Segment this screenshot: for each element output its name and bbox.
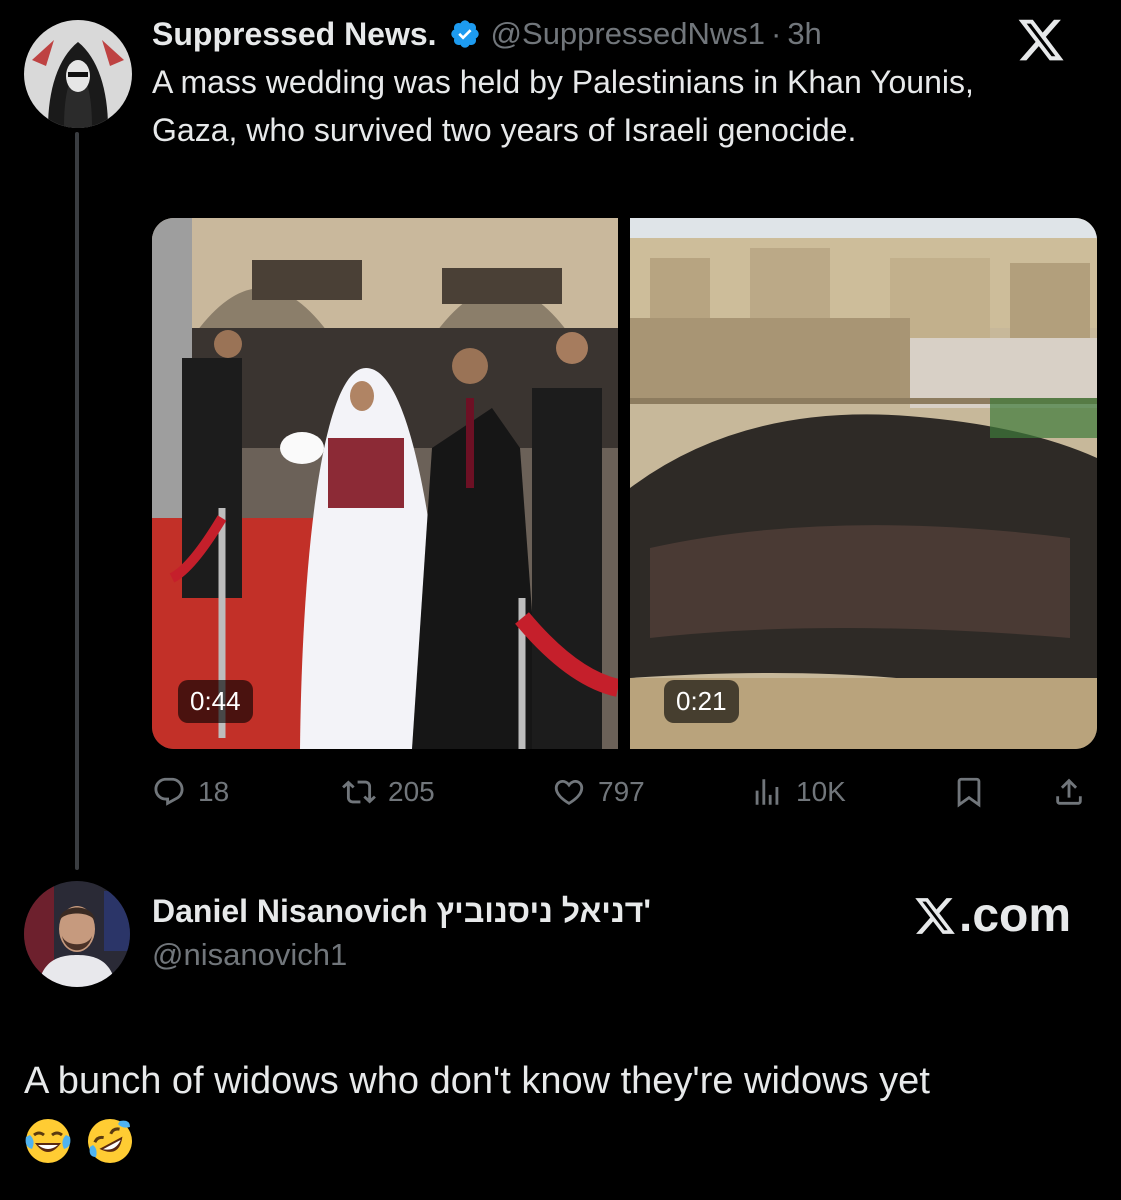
video-duration: 0:21 bbox=[664, 680, 739, 723]
video-duration: 0:44 bbox=[178, 680, 253, 723]
tweet-action-bar: 18 205 797 10K bbox=[152, 768, 1097, 816]
thread-line bbox=[75, 132, 79, 870]
verified-badge-icon bbox=[450, 20, 479, 48]
tweet-header: Suppressed News. @SuppressedNws1 · 3h bbox=[152, 14, 822, 54]
view-count: 10K bbox=[796, 776, 846, 807]
author-handle[interactable]: @SuppressedNws1 bbox=[491, 16, 765, 52]
share-button[interactable] bbox=[1052, 768, 1098, 816]
video-thumbnail-wedding[interactable]: 0:44 bbox=[152, 218, 618, 749]
timestamp[interactable]: 3h bbox=[787, 16, 821, 52]
reply-button[interactable]: 18 bbox=[152, 768, 229, 816]
views-icon bbox=[755, 779, 779, 805]
reply-icon bbox=[154, 777, 184, 806]
like-count: 797 bbox=[598, 776, 645, 807]
media-grid: 0:44 0:21 bbox=[152, 218, 1097, 749]
x-logo-icon bbox=[915, 897, 955, 934]
bookmark-icon bbox=[957, 777, 981, 808]
separator-dot: · bbox=[770, 16, 782, 51]
reply-author-display-name[interactable]: Daniel Nisanovich דניאל ניסנוביץ' bbox=[152, 893, 651, 930]
retweet-icon bbox=[342, 780, 376, 804]
heart-icon bbox=[554, 779, 584, 805]
reply-count: 18 bbox=[198, 776, 230, 807]
video-thumbnail-crowd[interactable]: 0:21 bbox=[630, 218, 1097, 749]
retweet-button[interactable]: 205 bbox=[342, 768, 435, 816]
watermark-text: .com bbox=[959, 889, 1072, 942]
like-button[interactable]: 797 bbox=[552, 768, 645, 816]
author-avatar[interactable] bbox=[24, 20, 132, 128]
share-icon bbox=[1056, 778, 1082, 805]
wedding-scene-image bbox=[152, 218, 618, 749]
reply-author-handle[interactable]: @nisanovich1 bbox=[152, 937, 347, 973]
face-with-tears-of-joy-icon bbox=[25, 1118, 71, 1163]
views-button[interactable]: 10K bbox=[750, 768, 846, 816]
crowd-scene-image bbox=[630, 218, 1097, 749]
reply-author-avatar[interactable] bbox=[24, 881, 130, 987]
rolling-on-the-floor-laughing-icon bbox=[88, 1118, 132, 1163]
reply-text-content: A bunch of widows who don't know they're… bbox=[24, 1060, 930, 1102]
bookmark-button[interactable] bbox=[952, 768, 998, 816]
author-display-name[interactable]: Suppressed News. bbox=[152, 16, 437, 53]
tweet-text: A mass wedding was held by Palestinians … bbox=[152, 64, 974, 148]
retweet-count: 205 bbox=[388, 776, 435, 807]
reply-text: A bunch of widows who don't know they're… bbox=[24, 1052, 1084, 1168]
x-com-watermark: .com bbox=[913, 888, 1071, 943]
